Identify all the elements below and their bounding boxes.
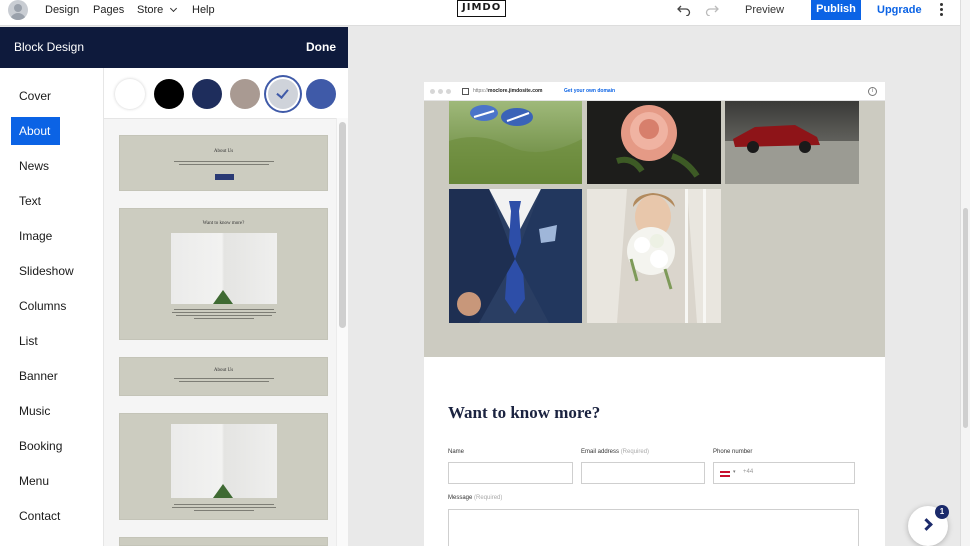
panel-header: Block Design Done: [0, 27, 348, 68]
undo-icon[interactable]: [677, 2, 691, 16]
design-list-scrollbar-thumb[interactable]: [339, 122, 346, 328]
nav-design[interactable]: Design: [45, 4, 79, 16]
image-gallery[interactable]: [424, 101, 885, 357]
page-scrollbar[interactable]: [960, 0, 970, 546]
thumb-title: Want to know more?: [202, 221, 245, 226]
color-swatch-white[interactable]: [115, 79, 145, 109]
thumb-text: [120, 376, 327, 384]
color-swatch-blue[interactable]: [306, 79, 336, 109]
redo-icon[interactable]: [705, 2, 719, 16]
browser-bar: https://moclore.jimdosite.com Get your o…: [424, 82, 885, 101]
nav-store[interactable]: Store: [137, 4, 178, 16]
design-option-1[interactable]: About Us: [119, 135, 328, 191]
phone-country-code: +44: [743, 469, 754, 475]
category-about[interactable]: About: [11, 117, 60, 145]
thumb-button: [215, 174, 234, 180]
check-icon: [276, 86, 289, 99]
user-avatar[interactable]: [8, 0, 28, 20]
message-field[interactable]: [448, 509, 859, 546]
thumb-text: [120, 502, 327, 513]
upgrade-link[interactable]: Upgrade: [877, 4, 922, 16]
done-button[interactable]: Done: [306, 40, 336, 54]
thumb-image: [171, 233, 277, 304]
color-swatch-taupe[interactable]: [230, 79, 260, 109]
more-menu-icon[interactable]: [940, 3, 944, 17]
gallery-image-suit[interactable]: [449, 189, 582, 323]
message-label: Message (Required): [448, 495, 503, 501]
chevron-down-icon: [170, 4, 178, 13]
color-swatch-navy[interactable]: [192, 79, 222, 109]
category-text[interactable]: Text: [11, 187, 60, 215]
category-music[interactable]: Music: [11, 397, 60, 425]
name-label: Name: [448, 449, 465, 455]
site-url: https://moclore.jimdosite.com: [473, 88, 543, 94]
nav-store-label: Store: [137, 4, 164, 16]
thumb-image: [171, 424, 277, 498]
thumb-text: [120, 159, 327, 167]
jimdo-logo: JIMDO: [457, 0, 507, 17]
category-news[interactable]: News: [11, 152, 60, 180]
gallery-image-rose[interactable]: [587, 101, 721, 184]
color-swatch-black[interactable]: [154, 79, 184, 109]
category-image[interactable]: Image: [11, 222, 60, 250]
design-option-4[interactable]: [119, 413, 328, 520]
gallery-image-car[interactable]: [725, 101, 859, 184]
phone-label: Phone number: [713, 449, 753, 455]
jimdo-favicon-icon: [462, 88, 469, 95]
page-scrollbar-thumb[interactable]: [963, 208, 968, 428]
design-option-3[interactable]: About Us: [119, 357, 328, 396]
preview-button[interactable]: Preview: [745, 4, 784, 16]
category-menu[interactable]: Menu: [11, 467, 60, 495]
top-bar: Design Pages Store Help JIMDO Preview Pu…: [0, 0, 960, 26]
category-columns[interactable]: Columns: [11, 292, 66, 320]
publish-button[interactable]: Publish: [811, 0, 861, 20]
thumb-title: About Us: [213, 149, 234, 154]
panel-title: Block Design: [14, 40, 85, 54]
category-booking[interactable]: Booking: [11, 432, 62, 460]
design-option-2[interactable]: Want to know more?: [119, 208, 328, 340]
color-swatch-light-gray[interactable]: [268, 79, 298, 109]
category-contact[interactable]: Contact: [11, 502, 60, 530]
name-field[interactable]: [448, 462, 573, 484]
email-label: Email address (Required): [581, 449, 650, 455]
gallery-image-sneakers[interactable]: [449, 101, 582, 184]
nav-help[interactable]: Help: [192, 4, 215, 16]
category-banner[interactable]: Banner: [11, 362, 60, 390]
notification-badge: 1: [935, 505, 949, 519]
design-option-5[interactable]: [119, 537, 328, 546]
get-domain-link[interactable]: Get your own domain: [564, 88, 615, 94]
thumb-title: About Us: [213, 368, 234, 373]
category-slideshow[interactable]: Slideshow: [11, 257, 74, 285]
phone-field[interactable]: ▾ +44: [713, 462, 855, 484]
chevron-right-icon: [920, 518, 933, 531]
category-cover[interactable]: Cover: [11, 82, 60, 110]
design-list-scrollbar[interactable]: [336, 118, 348, 546]
contact-heading[interactable]: Want to know more?: [448, 403, 600, 423]
thumb-text: [120, 307, 327, 321]
chevron-down-icon[interactable]: ▾: [733, 469, 736, 475]
category-list[interactable]: List: [11, 327, 60, 355]
info-icon[interactable]: i: [868, 87, 877, 96]
uk-flag-icon[interactable]: [720, 471, 730, 477]
gallery-image-bride[interactable]: [587, 189, 721, 323]
email-field[interactable]: [581, 462, 705, 484]
nav-pages[interactable]: Pages: [93, 4, 124, 16]
